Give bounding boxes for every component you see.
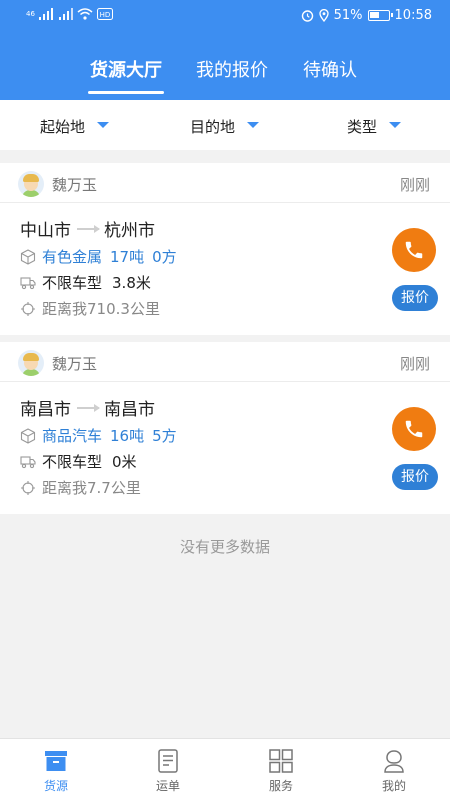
status-right: 51% 10:58 bbox=[301, 8, 432, 23]
battery-percent: 51% bbox=[333, 8, 363, 23]
route-from: 南昌市 bbox=[20, 400, 71, 420]
phone-icon bbox=[405, 241, 423, 259]
call-button[interactable] bbox=[392, 407, 436, 451]
destination-filter[interactable]: 目的地 bbox=[190, 116, 235, 137]
quote-button[interactable]: 报价 bbox=[392, 285, 438, 311]
svg-text:HD: HD bbox=[100, 11, 111, 19]
filter-bar: 起始地 目的地 类型 bbox=[0, 100, 450, 150]
clock: 10:58 bbox=[394, 8, 432, 23]
bottom-nav: 货源 运单 服务 我的 bbox=[0, 738, 450, 800]
distance-info: 距离我7.7公里 bbox=[20, 477, 141, 498]
vehicle-length: 3.8米 bbox=[112, 274, 151, 292]
chevron-down-icon bbox=[97, 122, 109, 128]
status-left: 46 HD bbox=[26, 8, 113, 20]
truck-icon bbox=[20, 455, 36, 468]
route: 中山市 杭州市 bbox=[20, 216, 155, 241]
tab-my-quotes[interactable]: 我的报价 bbox=[194, 56, 270, 82]
post-time: 刚刚 bbox=[399, 176, 430, 194]
origin-filter[interactable]: 起始地 bbox=[40, 116, 85, 137]
signal-icon-2 bbox=[58, 8, 73, 20]
nav-mine-label: 我的 bbox=[381, 779, 406, 793]
package-icon bbox=[20, 427, 36, 444]
tab-bar: 货源大厅 我的报价 待确认 bbox=[0, 52, 450, 100]
avatar bbox=[18, 171, 44, 197]
route-to: 南昌市 bbox=[104, 400, 155, 420]
truck-icon bbox=[20, 276, 36, 289]
card-header: 魏万玉 刚刚 bbox=[0, 163, 450, 203]
package-icon bbox=[20, 248, 36, 265]
vehicle-info: 不限车型 0米 bbox=[20, 451, 147, 472]
alarm-icon bbox=[301, 10, 313, 22]
nav-mine[interactable]: 我的 bbox=[338, 739, 450, 800]
call-button[interactable] bbox=[392, 228, 436, 272]
distance-text: 距离我7.7公里 bbox=[42, 479, 141, 497]
vehicle-info: 不限车型 3.8米 bbox=[20, 272, 161, 293]
arrow-right-icon bbox=[77, 403, 100, 412]
person-icon bbox=[384, 750, 404, 773]
cargo-card[interactable]: 魏万玉 刚刚 南昌市 南昌市 商品汽车 16吨 5方 不限车型 0米 距离我7.… bbox=[0, 342, 450, 514]
battery-icon bbox=[367, 10, 393, 21]
nav-service[interactable]: 服务 bbox=[225, 739, 337, 800]
cargo-card[interactable]: 魏万玉 刚刚 中山市 杭州市 有色金属 17吨 0方 不限车型 3.8米 距离我… bbox=[0, 163, 450, 335]
hd-icon: HD bbox=[96, 8, 113, 20]
box-icon bbox=[45, 751, 67, 771]
card-header: 魏万玉 刚刚 bbox=[0, 342, 450, 382]
shipper-name: 魏万玉 bbox=[52, 176, 98, 194]
chevron-down-icon bbox=[389, 122, 401, 128]
grid-icon bbox=[269, 749, 293, 773]
phone-icon bbox=[405, 420, 423, 438]
tab-pending-confirm[interactable]: 待确认 bbox=[300, 56, 360, 82]
nav-cargo-label: 货源 bbox=[43, 779, 68, 793]
quote-button[interactable]: 报价 bbox=[392, 464, 438, 490]
avatar bbox=[18, 350, 44, 376]
chevron-down-icon bbox=[247, 122, 259, 128]
vehicle-type: 不限车型 bbox=[42, 274, 103, 292]
wifi-icon bbox=[77, 8, 93, 20]
post-time: 刚刚 bbox=[399, 355, 430, 373]
cargo-name: 有色金属 bbox=[42, 248, 103, 266]
cargo-weight: 16吨 bbox=[110, 427, 145, 445]
route: 南昌市 南昌市 bbox=[20, 395, 155, 420]
route-from: 中山市 bbox=[20, 221, 71, 241]
cargo-info: 商品汽车 16吨 5方 bbox=[20, 425, 185, 446]
shipper-name: 魏万玉 bbox=[52, 355, 98, 373]
signal-icon bbox=[38, 8, 53, 20]
document-icon bbox=[158, 749, 178, 773]
cargo-name: 商品汽车 bbox=[42, 427, 103, 445]
distance-info: 距离我710.3公里 bbox=[20, 298, 160, 319]
cargo-volume: 5方 bbox=[152, 427, 177, 445]
header: 46 HD 51% 10:58 货源大厅 我的报价 待确认 bbox=[0, 0, 450, 100]
cargo-volume: 0方 bbox=[152, 248, 177, 266]
network-type: 46 bbox=[26, 9, 35, 18]
crosshair-icon bbox=[21, 480, 35, 495]
arrow-right-icon bbox=[77, 224, 100, 233]
nav-service-label: 服务 bbox=[268, 779, 293, 793]
vehicle-length: 0米 bbox=[112, 453, 137, 471]
distance-text: 距离我710.3公里 bbox=[42, 300, 160, 318]
crosshair-icon bbox=[21, 301, 35, 316]
active-tab-indicator bbox=[88, 91, 164, 94]
nav-cargo[interactable]: 货源 bbox=[0, 739, 112, 800]
no-more-data-text: 没有更多数据 bbox=[179, 538, 270, 556]
nav-waybill[interactable]: 运单 bbox=[112, 739, 224, 800]
type-filter[interactable]: 类型 bbox=[347, 116, 377, 137]
cargo-weight: 17吨 bbox=[110, 248, 145, 266]
location-icon bbox=[318, 9, 329, 22]
vehicle-type: 不限车型 bbox=[42, 453, 103, 471]
cargo-info: 有色金属 17吨 0方 bbox=[20, 246, 185, 267]
nav-waybill-label: 运单 bbox=[155, 779, 180, 793]
tab-cargo-hall[interactable]: 货源大厅 bbox=[88, 56, 164, 82]
status-bar: 46 HD 51% 10:58 bbox=[0, 0, 450, 34]
route-to: 杭州市 bbox=[104, 221, 155, 241]
